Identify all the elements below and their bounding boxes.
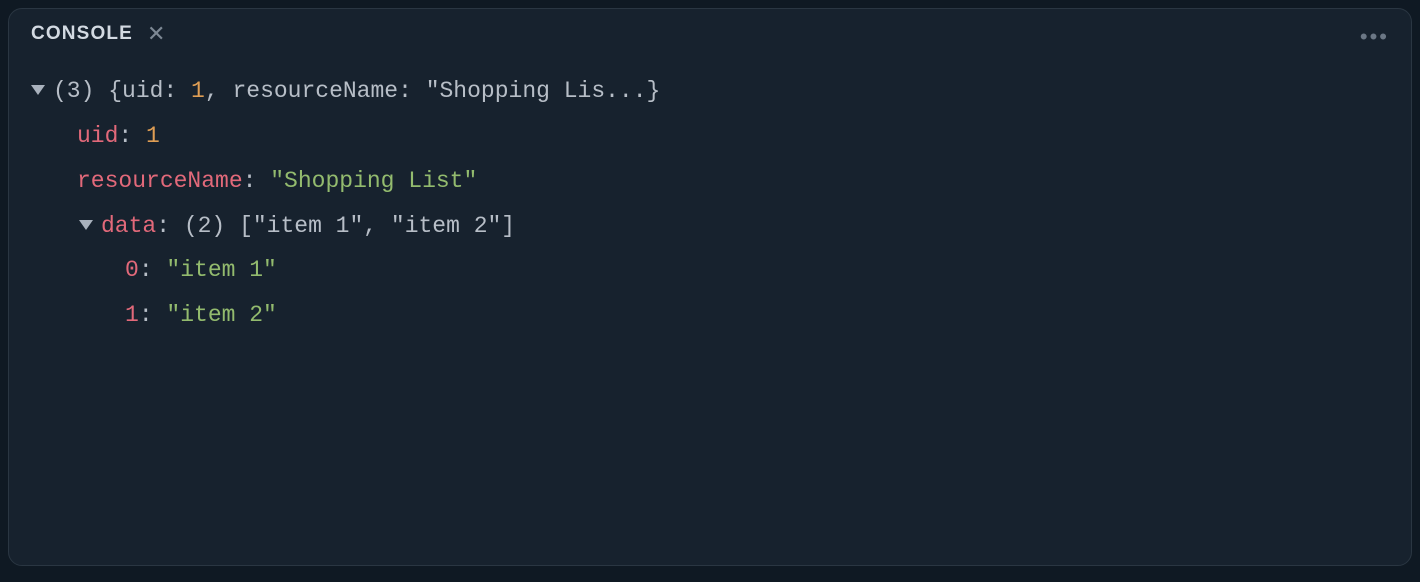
entry-data[interactable]: data: (2) ["item 1", "item 2"] xyxy=(31,204,1389,249)
console-output: (3) {uid: 1, resourceName: "Shopping Lis… xyxy=(9,55,1411,352)
entry-uid: uid: 1 xyxy=(31,114,1389,159)
root-brace-open: {uid: xyxy=(94,78,191,104)
data-count: (2) xyxy=(184,213,225,239)
data-preview: ["item 1", "item 2"] xyxy=(239,213,515,239)
val-1: "item 2" xyxy=(166,302,276,328)
data-item-0: 0: "item 1" xyxy=(31,248,1389,293)
key-0: 0 xyxy=(125,257,139,283)
close-icon[interactable]: ✕ xyxy=(147,23,165,45)
log-root-summary[interactable]: (3) {uid: 1, resourceName: "Shopping Lis… xyxy=(31,69,1389,114)
val-resource-name: "Shopping List" xyxy=(270,168,477,194)
val-uid: 1 xyxy=(146,123,160,149)
console-title: CONSOLE xyxy=(31,23,133,45)
val-0: "item 1" xyxy=(166,257,276,283)
console-header: CONSOLE ✕ ••• xyxy=(9,9,1411,55)
key-data: data xyxy=(101,213,156,239)
data-item-1: 1: "item 2" xyxy=(31,293,1389,338)
root-mid: , resourceName: xyxy=(205,78,426,104)
key-uid: uid xyxy=(77,123,118,149)
console-panel: CONSOLE ✕ ••• (3) {uid: 1, resourceName:… xyxy=(8,8,1412,566)
key-1: 1 xyxy=(125,302,139,328)
entry-resource-name: resourceName: "Shopping List" xyxy=(31,159,1389,204)
root-name-sum: "Shopping Lis...} xyxy=(426,78,661,104)
caret-down-icon[interactable] xyxy=(31,85,45,95)
caret-down-icon[interactable] xyxy=(79,220,93,230)
more-icon[interactable]: ••• xyxy=(1360,31,1389,42)
root-uid-sum: 1 xyxy=(191,78,205,104)
key-resource-name: resourceName xyxy=(77,168,243,194)
root-count: (3) xyxy=(53,78,94,104)
